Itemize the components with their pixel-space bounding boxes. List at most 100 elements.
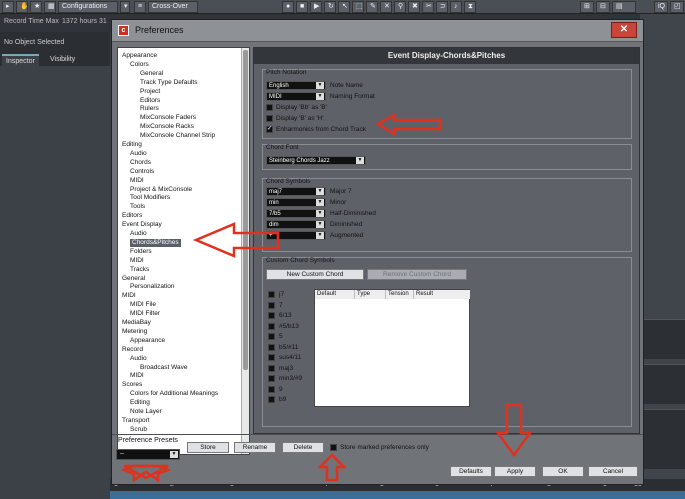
chord-symbol-dropdown[interactable]: maj7 ▼	[266, 187, 326, 196]
tree-item[interactable]: MediaBay	[122, 319, 151, 327]
time-warp-icon[interactable]: ⧗	[464, 1, 476, 13]
stop-icon[interactable]: ■	[296, 1, 308, 13]
range-icon[interactable]: ⬚	[352, 1, 364, 13]
track-lane[interactable]	[110, 491, 685, 499]
tree-item[interactable]: Folders	[130, 248, 152, 256]
crossover-button[interactable]: Cross-Over	[148, 1, 198, 13]
tree-item[interactable]: MIDI	[122, 292, 136, 300]
tree-item[interactable]: Colors	[130, 61, 149, 69]
mute-icon[interactable]: ✖	[408, 1, 420, 13]
rename-button[interactable]: Rename	[234, 442, 276, 453]
naming-format-dropdown[interactable]: MIDI ▼	[266, 92, 326, 101]
tree-item[interactable]: Broadcast Wave	[140, 364, 187, 372]
tree-item[interactable]: Transport	[122, 417, 150, 425]
eraser-icon[interactable]: ✕	[380, 1, 392, 13]
display-bb-checkbox[interactable]	[266, 104, 273, 111]
tree-item[interactable]: Record	[122, 346, 143, 354]
chord-symbol-dropdown[interactable]: min ▼	[266, 198, 326, 207]
tree-item[interactable]: Controls	[130, 168, 154, 176]
tree-item[interactable]: MIDI	[130, 177, 144, 185]
custom-chord-checkbox[interactable]	[268, 291, 275, 298]
defaults-button[interactable]: Defaults	[450, 466, 492, 477]
tree-item[interactable]: Rulers	[140, 105, 159, 113]
tree-item[interactable]: Chords&Pitches	[130, 238, 181, 247]
column-type[interactable]: Type	[355, 290, 386, 299]
eq-icon[interactable]: ≡	[134, 1, 146, 13]
column-result[interactable]: Result	[414, 290, 470, 299]
custom-chord-checkbox[interactable]	[268, 354, 275, 361]
tree-item[interactable]: Track Type Defaults	[140, 79, 197, 87]
tree-item[interactable]: Editing	[122, 141, 142, 149]
tree-item[interactable]: MIDI	[130, 372, 144, 380]
tab-visibility[interactable]: Visibility	[46, 54, 79, 66]
tree-item[interactable]: Project & MixConsole	[130, 186, 192, 194]
tree-item[interactable]: MixConsole Racks	[140, 123, 194, 131]
dialog-titlebar[interactable]: c Preferences ✕	[112, 20, 643, 42]
chord-symbol-dropdown[interactable]: + ▼	[266, 231, 326, 240]
custom-chord-checkbox[interactable]	[268, 312, 275, 319]
quantize-icon[interactable]: ▤	[612, 1, 636, 13]
new-custom-chord-button[interactable]: New Custom Chord	[266, 269, 364, 280]
tree-item[interactable]: Appearance	[122, 52, 157, 60]
custom-chord-checkbox[interactable]	[268, 364, 275, 372]
glue-icon[interactable]: ⊃	[436, 1, 448, 13]
grid-type-icon[interactable]: ⊟	[596, 1, 610, 13]
column-tension[interactable]: Tension	[386, 290, 414, 299]
configurations-button[interactable]: Configurations	[58, 1, 118, 13]
tree-item[interactable]: MixConsole Channel Strip	[140, 132, 215, 140]
grid-icon[interactable]: ▦	[44, 1, 56, 13]
hand-icon[interactable]: ✋	[16, 1, 28, 13]
chevron-down-icon[interactable]: ▾	[120, 1, 130, 13]
tree-item[interactable]: Event Display	[122, 221, 162, 229]
tree-item[interactable]: MIDI	[130, 257, 144, 265]
tree-item[interactable]: Tool Modifiers	[130, 194, 170, 202]
pencil-icon[interactable]: ✎	[366, 1, 378, 13]
custom-chord-checkbox[interactable]	[268, 301, 275, 309]
display-b-checkbox[interactable]	[266, 115, 273, 122]
remove-custom-chord-button[interactable]: Remove Custom Chord	[367, 269, 467, 280]
custom-chord-checkbox[interactable]	[268, 396, 275, 403]
pointer-icon[interactable]: ↖	[338, 1, 350, 13]
tab-inspector[interactable]: Inspector	[2, 54, 39, 66]
tree-item[interactable]: Tools	[130, 203, 145, 211]
ok-button[interactable]: OK	[542, 466, 584, 477]
tree-item[interactable]: Audio	[130, 230, 147, 238]
tree-item[interactable]: Audio	[130, 150, 147, 158]
tree-item[interactable]: Note Layer	[130, 408, 162, 416]
tree-scrollbar[interactable]	[241, 48, 249, 454]
arrow-icon[interactable]: ▸	[2, 1, 14, 13]
cycle-icon[interactable]: ↻	[324, 1, 336, 13]
delete-button[interactable]: Delete	[282, 442, 324, 453]
enharmonics-checkbox[interactable]: ✓	[266, 126, 273, 133]
snap-icon[interactable]: ⊞	[580, 1, 594, 13]
column-default[interactable]: Default	[315, 290, 355, 299]
tree-item[interactable]: Scrub	[130, 426, 147, 434]
preference-presets-dropdown[interactable]: -- ▼	[116, 449, 180, 460]
custom-chord-checkbox[interactable]	[268, 322, 275, 330]
preferences-tree[interactable]: Appearance Colors General Track Type Defaul…	[117, 47, 250, 455]
tree-item[interactable]: MixConsole Faders	[140, 114, 196, 122]
tree-item[interactable]: Appearance	[130, 337, 165, 345]
tree-item[interactable]: MIDI Filter	[130, 310, 160, 318]
store-marked-checkbox[interactable]	[330, 444, 337, 451]
tree-item[interactable]: Audio	[130, 355, 147, 363]
play-icon[interactable]: ▶	[310, 1, 322, 13]
custom-chord-checkbox[interactable]	[268, 385, 275, 393]
tree-item[interactable]: Project	[140, 88, 160, 96]
tree-item[interactable]: Scores	[122, 381, 142, 389]
tree-item[interactable]: Tracks	[130, 266, 149, 274]
custom-chord-table[interactable]: Default Type Tension Result	[314, 289, 470, 407]
close-button[interactable]: ✕	[611, 22, 637, 38]
chord-symbol-dropdown[interactable]: dim ▼	[266, 220, 326, 229]
speaker-icon[interactable]: ♪	[450, 1, 462, 13]
tree-item[interactable]: Editing	[130, 399, 150, 407]
tree-item[interactable]: Personalization	[130, 283, 174, 291]
tree-scrollbar-thumb[interactable]	[243, 50, 248, 370]
tree-item[interactable]: Colors for Additional Meanings	[130, 390, 218, 398]
custom-chord-checkbox[interactable]	[268, 343, 275, 351]
apply-button[interactable]: Apply	[494, 466, 536, 477]
tree-item[interactable]: Chords	[130, 159, 151, 167]
tree-item[interactable]: General	[140, 70, 163, 78]
tree-item[interactable]: Editors	[122, 212, 142, 220]
chord-font-dropdown[interactable]: Steinberg Chords Jazz ▼	[266, 156, 366, 165]
